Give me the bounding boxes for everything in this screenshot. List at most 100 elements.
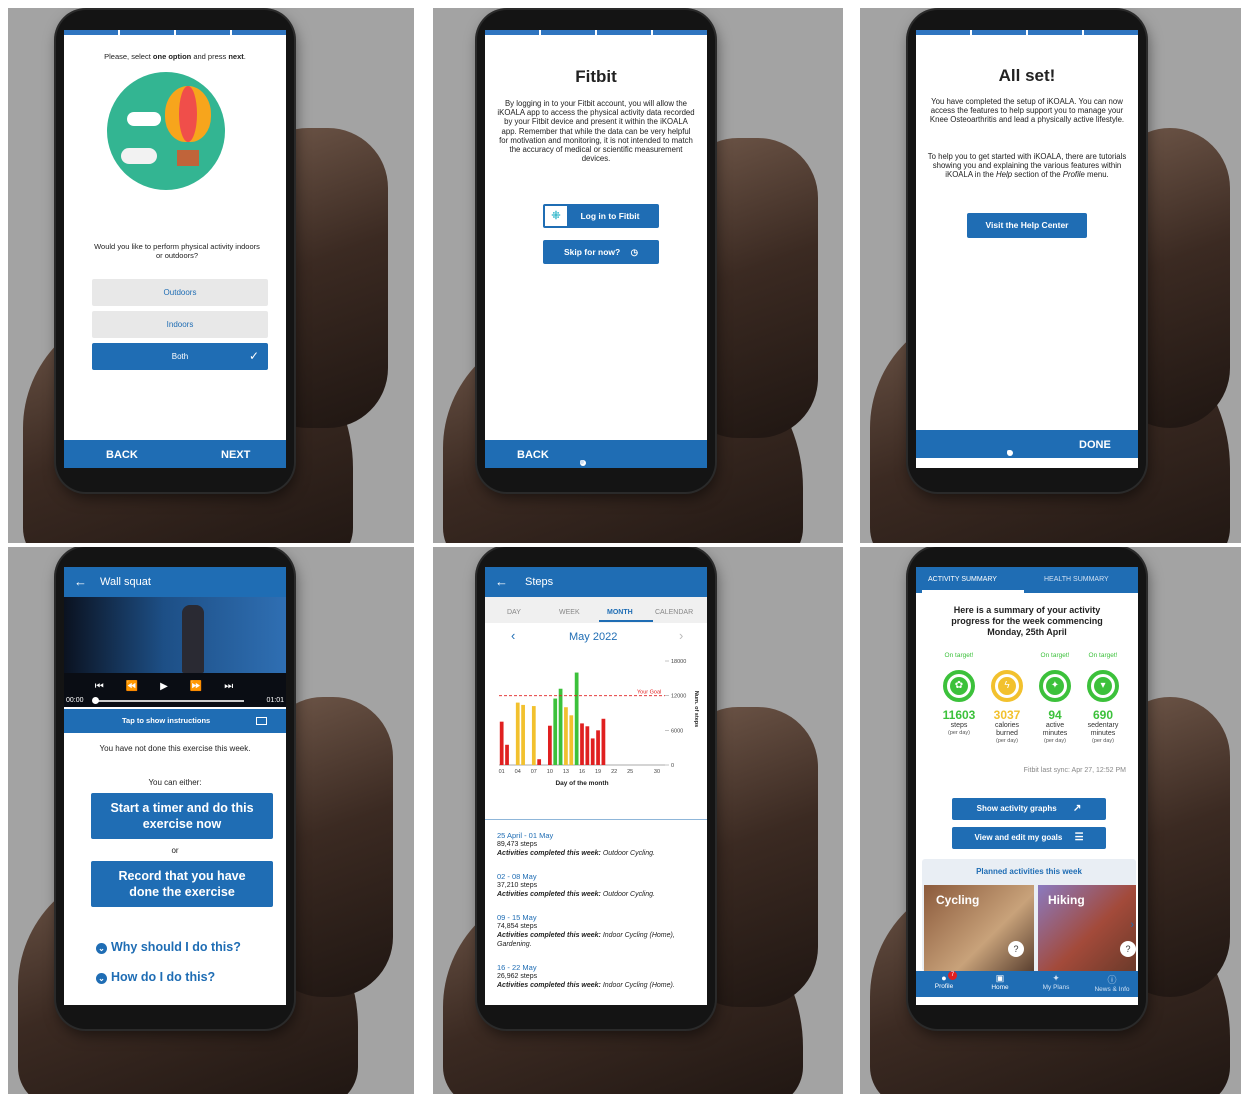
fitbit-logo-icon: ⁜: [545, 206, 567, 226]
app-bar: ← Steps: [485, 567, 707, 597]
app-bar: ← Wall squat: [64, 567, 286, 597]
x-tick-label: 19: [595, 769, 601, 775]
activity-card-cycling[interactable]: Cycling ?: [924, 885, 1034, 971]
show-graphs-button[interactable]: Show activity graphs ↗: [952, 798, 1106, 820]
edit-goals-button[interactable]: View and edit my goals ☰: [952, 827, 1106, 849]
video-seekbar[interactable]: [94, 700, 244, 702]
summary-tabs: ACTIVITY SUMMARY HEALTH SUMMARY: [916, 567, 1138, 593]
back-button[interactable]: BACK: [517, 449, 549, 461]
instructions-toggle[interactable]: Tap to show instructions: [64, 709, 286, 733]
chart-icon: ▣: [995, 973, 1005, 983]
summary-heading: Here is a summary of your activity progr…: [951, 605, 1103, 637]
back-button[interactable]: BACK: [106, 449, 138, 461]
metric-1: ϟ 3037 calories burned (per day): [982, 652, 1032, 744]
x-tick-label: 07: [531, 769, 537, 775]
metric-sub: (per day): [995, 738, 1018, 744]
bottom-nav: ● Profile 7 ▣ Home ✦ My Plans ⓘ News & I…: [916, 971, 1138, 997]
phone: All set! You have completed the setup of…: [908, 10, 1146, 492]
nav-news-info[interactable]: ⓘ News & Info: [1086, 973, 1138, 993]
activity-card-hiking[interactable]: Hiking ?: [1038, 885, 1136, 971]
option-both[interactable]: Both ✓: [92, 343, 268, 370]
back-arrow-icon[interactable]: ←: [495, 574, 508, 589]
help-icon[interactable]: ?: [1120, 941, 1136, 957]
week-item: 16 - 22 May 26,962 steps Activities comp…: [497, 963, 697, 990]
week-steps: 37,210 steps: [497, 882, 538, 889]
panel-fitbit-login: Fitbit By logging in to your Fitbit acco…: [433, 8, 843, 543]
subtitles-icon: [256, 717, 267, 725]
chevron-down-icon: ⌄: [96, 943, 107, 954]
metric-sub: (per day): [1043, 738, 1066, 744]
chevron-right-icon[interactable]: ›: [1130, 919, 1134, 931]
y-tick-label: 12000: [671, 694, 686, 700]
hot-air-balloon-illustration: [107, 72, 225, 190]
tab-health-summary[interactable]: HEALTH SUMMARY: [1044, 576, 1109, 583]
next-button[interactable]: NEXT: [221, 449, 250, 461]
phone: ACTIVITY SUMMARY HEALTH SUMMARY Here is …: [908, 547, 1146, 1029]
activity-icon: ▾: [1094, 677, 1112, 695]
nav-label: My Plans: [1042, 984, 1070, 991]
nav-my-plans[interactable]: ✦ My Plans: [1032, 973, 1080, 991]
x-tick-label: 30: [654, 769, 660, 775]
start-timer-button[interactable]: Start a timer and do this exercise now: [91, 793, 273, 839]
help-icon[interactable]: ?: [1008, 941, 1024, 957]
skip-button[interactable]: Skip for now? ◷: [543, 240, 659, 264]
option-indoors[interactable]: Indoors: [92, 311, 268, 338]
on-target-label: [982, 652, 1032, 670]
time-start: 00:00: [66, 697, 84, 704]
tab-calendar[interactable]: CALENDAR: [655, 609, 693, 616]
metric-value: 690: [1092, 708, 1114, 722]
progress-ring-icon: ✦: [1039, 670, 1071, 702]
screen: All set! You have completed the setup of…: [916, 30, 1138, 468]
option-outdoors[interactable]: Outdoors: [92, 279, 268, 306]
y-axis-label: Num. of steps: [693, 691, 699, 727]
steps-title: Steps: [525, 576, 554, 588]
tab-day[interactable]: DAY: [507, 609, 521, 616]
why-label: Why should I do this?: [111, 940, 241, 954]
metric-sub: (per day): [1091, 738, 1114, 744]
phone: ← Wall squat ⏮⏪▶⏩⏭ 00:00 01:01 Tap to sh…: [56, 547, 294, 1029]
how-expander[interactable]: ⌄ How do I do this?: [96, 970, 215, 984]
phone: Fitbit By logging in to your Fitbit acco…: [477, 10, 715, 492]
sync-text: Fitbit last sync: Apr 27, 12:52 PM: [1023, 767, 1126, 774]
week-steps: 89,473 steps: [497, 841, 538, 848]
progress-ring-icon: ▾: [1087, 670, 1119, 702]
metric-label: steps: [950, 722, 968, 729]
previous-month-icon[interactable]: ‹: [511, 628, 515, 643]
video-controls: ⏮⏪▶⏩⏭: [94, 681, 256, 692]
nav-profile[interactable]: ● Profile 7: [920, 971, 968, 990]
metric-3: On target! ▾ 690 sedentary minutes (per day): [1078, 652, 1128, 744]
instructions-label: Tap to show instructions: [122, 716, 211, 725]
metric-label: calories burned: [994, 722, 1020, 737]
exercise-title: Wall squat: [100, 576, 151, 588]
why-expander[interactable]: ⌄ Why should I do this?: [96, 940, 241, 954]
nav-home[interactable]: ▣ Home: [976, 973, 1024, 991]
tab-month[interactable]: MONTH: [607, 609, 633, 616]
help-center-button[interactable]: Visit the Help Center: [967, 213, 1087, 238]
next-month-icon[interactable]: ›: [679, 628, 683, 643]
done-button[interactable]: DONE: [1079, 439, 1111, 451]
week-activities-label: Activities completed this week:: [497, 932, 601, 939]
record-exercise-button[interactable]: Record that you have done the exercise: [91, 861, 273, 907]
sliders-icon: ☰: [1074, 832, 1084, 843]
y-tick-label: 18000: [671, 659, 686, 665]
nav-label: News & Info: [1094, 986, 1130, 993]
activity-name: Cycling: [936, 893, 980, 907]
exercise-video[interactable]: ⏮⏪▶⏩⏭ 00:00 01:01: [64, 597, 286, 707]
back-arrow-icon[interactable]: ←: [74, 574, 87, 589]
week-activities-label: Activities completed this week:: [497, 891, 601, 898]
clock-icon: ◷: [630, 247, 638, 257]
nav-label: Home: [991, 984, 1009, 991]
tab-activity-summary[interactable]: ACTIVITY SUMMARY: [928, 576, 997, 583]
seekbar-thumb[interactable]: [92, 697, 99, 704]
metric-value: 11603: [942, 708, 976, 722]
bar: [499, 721, 504, 765]
time-end: 01:01: [266, 697, 284, 704]
metric-value: 3037: [993, 708, 1021, 722]
tutorial-text: To help you to get started with iKOALA, …: [927, 152, 1127, 180]
x-axis-label: Day of the month: [555, 780, 608, 787]
login-fitbit-button[interactable]: ⁜ Log in to Fitbit: [543, 204, 659, 228]
screen: Please, select one option and press next…: [64, 30, 286, 468]
metric-value: 94: [1048, 708, 1062, 722]
tab-week[interactable]: WEEK: [559, 609, 580, 616]
bar: [537, 759, 542, 765]
